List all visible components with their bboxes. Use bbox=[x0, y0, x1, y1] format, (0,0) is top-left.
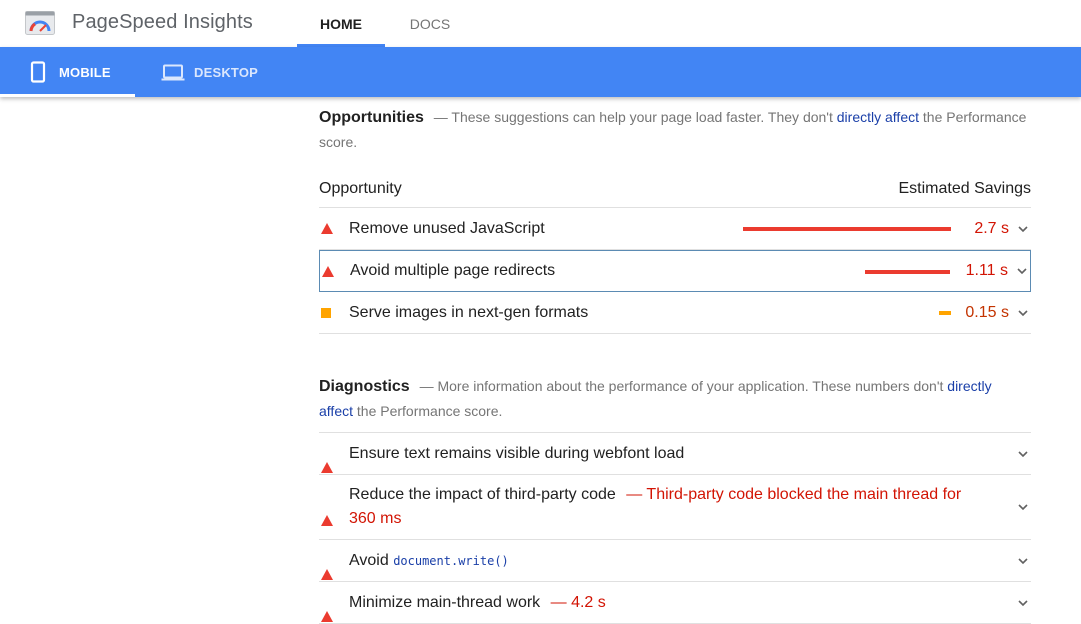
diagnostic-title-text: Minimize main-thread work bbox=[349, 593, 541, 611]
opportunities-header: Opportunities — These suggestions can he… bbox=[319, 97, 1031, 155]
diagnostic-title: Reduce the impact of third-party code — … bbox=[349, 483, 1031, 531]
opportunities-column-header: Opportunity Estimated Savings bbox=[319, 171, 1031, 208]
triangle-shape bbox=[321, 593, 333, 622]
diagnostic-row[interactable]: Ensure text remains visible during webfo… bbox=[319, 433, 1031, 475]
opportunity-title: Serve images in next-gen formats bbox=[349, 303, 589, 321]
code-snippet: document.write() bbox=[393, 553, 509, 568]
savings-bar bbox=[743, 227, 951, 231]
diagnostics-list: Ensure text remains visible during webfo… bbox=[319, 432, 1031, 624]
chevron-down-icon[interactable] bbox=[1017, 208, 1029, 249]
app-title[interactable]: PageSpeed Insights bbox=[72, 11, 253, 34]
tab-mobile-label: MOBILE bbox=[59, 65, 111, 80]
opportunities-list: Remove unused JavaScript 2.7 s Avoid multi… bbox=[319, 208, 1031, 334]
chevron-down-icon[interactable] bbox=[1017, 292, 1029, 333]
fail-triangle-icon bbox=[319, 498, 349, 526]
triangle-shape bbox=[321, 223, 333, 234]
top-header: PageSpeed Insights HOME DOCS bbox=[0, 0, 1081, 47]
directly-link[interactable]: directly bbox=[947, 378, 991, 394]
chevron-down-icon[interactable] bbox=[1017, 540, 1029, 581]
diagnostic-title-text: Ensure text remains visible during webfo… bbox=[349, 444, 685, 462]
opportunities-title: Opportunities bbox=[319, 109, 424, 126]
opportunity-row[interactable]: Serve images in next-gen formats 0.15 s bbox=[319, 292, 1031, 334]
diagnostics-header: Diagnostics — More information about the… bbox=[319, 374, 1031, 424]
diagnostic-row[interactable]: Avoid document.write() bbox=[319, 540, 1031, 582]
affect-link[interactable]: affect bbox=[319, 403, 353, 419]
laptop-icon bbox=[161, 64, 185, 81]
diagnostic-detail: — 4.2 s bbox=[546, 593, 606, 611]
diagnostic-row[interactable]: Minimize main-thread work — 4.2 s bbox=[319, 582, 1031, 624]
col-opportunity: Opportunity bbox=[319, 180, 402, 197]
opportunities-desc: — These suggestions can help your page l… bbox=[433, 109, 837, 125]
fail-triangle-icon bbox=[319, 444, 349, 473]
directly-affect-link[interactable]: directly affect bbox=[837, 109, 919, 125]
report-content: Opportunities — These suggestions can he… bbox=[319, 97, 1031, 624]
savings-bar bbox=[939, 311, 951, 315]
fail-triangle-icon bbox=[319, 593, 349, 622]
chevron-down-icon[interactable] bbox=[1017, 433, 1029, 474]
diagnostic-row[interactable]: Reduce the impact of third-party code — … bbox=[319, 475, 1031, 540]
diagnostics-title: Diagnostics bbox=[319, 378, 410, 395]
opportunity-row[interactable]: Avoid multiple page redirects 1.11 s bbox=[319, 250, 1031, 292]
triangle-shape bbox=[322, 265, 334, 277]
fail-triangle-icon bbox=[319, 551, 349, 580]
diagnostic-title: Avoid document.write() bbox=[349, 549, 569, 573]
savings-value: 0.15 s bbox=[965, 303, 1009, 321]
nav-docs-tab[interactable]: DOCS bbox=[385, 0, 475, 47]
triangle-shape bbox=[321, 444, 333, 473]
savings-value: 1.11 s bbox=[965, 262, 1008, 279]
tab-desktop-label: DESKTOP bbox=[194, 65, 259, 80]
tab-mobile[interactable]: MOBILE bbox=[0, 47, 135, 97]
diagnostic-title: Minimize main-thread work — 4.2 s bbox=[349, 591, 666, 615]
chevron-down-icon[interactable] bbox=[1017, 582, 1029, 623]
device-tab-bar: MOBILE DESKTOP bbox=[0, 47, 1081, 97]
triangle-shape bbox=[321, 498, 333, 526]
phone-icon bbox=[30, 61, 46, 83]
col-estimated-savings: Estimated Savings bbox=[898, 180, 1031, 197]
diagnostic-title-text: Avoid bbox=[349, 551, 394, 569]
chevron-down-icon[interactable] bbox=[1017, 475, 1029, 539]
savings-bar bbox=[865, 270, 950, 274]
pagespeed-logo-icon[interactable] bbox=[25, 11, 55, 35]
diagnostic-title-text: Reduce the impact of third-party code bbox=[349, 486, 616, 503]
chevron-down-icon[interactable] bbox=[1016, 251, 1028, 291]
average-square-icon bbox=[319, 307, 349, 318]
fail-triangle-icon bbox=[320, 265, 350, 277]
square-shape bbox=[321, 307, 331, 318]
diagnostics-desc-end: the Performance score. bbox=[353, 403, 503, 419]
tab-desktop[interactable]: DESKTOP bbox=[135, 47, 280, 97]
savings-value: 2.7 s bbox=[974, 219, 1009, 237]
diagnostic-title: Ensure text remains visible during webfo… bbox=[349, 442, 744, 466]
opportunity-row[interactable]: Remove unused JavaScript 2.7 s bbox=[319, 208, 1031, 250]
triangle-shape bbox=[321, 551, 333, 580]
nav-home-tab[interactable]: HOME bbox=[297, 0, 385, 47]
diagnostics-desc: — More information about the performance… bbox=[419, 378, 948, 394]
fail-triangle-icon bbox=[319, 223, 349, 234]
